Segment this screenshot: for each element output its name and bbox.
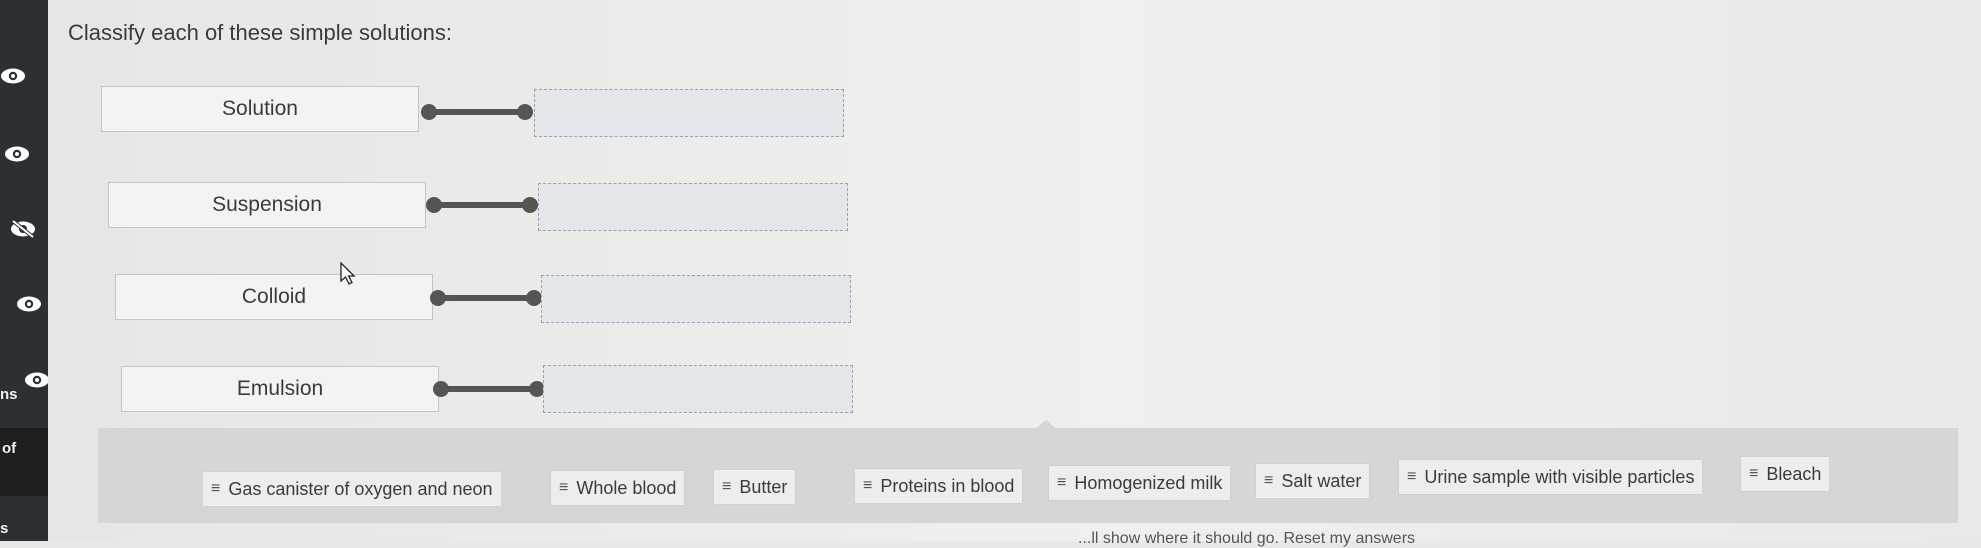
grip-lines-icon: ≡ (1264, 472, 1274, 489)
connector-line (438, 295, 534, 301)
answer-chip[interactable]: ≡ Bleach (1740, 456, 1831, 492)
term-suspension[interactable]: Suspension (108, 182, 426, 228)
answer-chip-label: Butter (739, 476, 788, 497)
answer-chip-label: Bleach (1766, 463, 1822, 484)
connector-solution[interactable] (421, 104, 533, 120)
term-emulsion[interactable]: Emulsion (121, 366, 439, 412)
sidebar-label[interactable]: s (0, 520, 8, 537)
sidebar-active-band (0, 428, 48, 496)
answer-chip[interactable]: ≡ Butter (713, 469, 797, 505)
answer-chip-label: Urine sample with visible particles (1424, 466, 1695, 487)
eye-icon[interactable] (0, 66, 28, 86)
connector-end-dot[interactable] (526, 290, 542, 306)
mouse-cursor-icon (340, 261, 358, 291)
connector-start-dot (430, 290, 446, 306)
question-title: Classify each of these simple solutions: (68, 20, 452, 45)
grip-lines-icon: ≡ (722, 478, 732, 495)
answer-chip-label: Salt water (1281, 470, 1362, 491)
grip-lines-icon: ≡ (211, 480, 221, 497)
connector-start-dot (426, 197, 442, 213)
connector-suspension[interactable] (426, 197, 538, 213)
grip-lines-icon: ≡ (559, 479, 569, 496)
connector-colloid[interactable] (430, 290, 542, 306)
answer-chip[interactable]: ≡ Whole blood (550, 470, 686, 506)
answer-chip-label: Gas canister of oxygen and neon (228, 478, 493, 499)
reset-answers-link[interactable]: ...ll show where it should go. Reset my … (1078, 530, 1415, 548)
connector-line (434, 202, 530, 208)
sidebar: ns of s (0, 0, 49, 541)
term-solution[interactable]: Solution (101, 86, 419, 132)
grip-lines-icon: ≡ (1749, 465, 1759, 482)
dropzone-solution[interactable] (534, 89, 844, 137)
answer-chip[interactable]: ≡ Proteins in blood (854, 468, 1024, 504)
eye-icon[interactable] (2, 144, 32, 164)
question-panel: Classify each of these simple solutions:… (48, 0, 1981, 547)
dropzone-colloid[interactable] (541, 275, 851, 323)
grip-lines-icon: ≡ (1057, 474, 1067, 491)
grip-lines-icon: ≡ (863, 477, 873, 494)
connector-line (429, 109, 525, 115)
connector-end-dot[interactable] (522, 197, 538, 213)
eye-slash-icon[interactable] (8, 219, 38, 239)
answer-chip[interactable]: ≡ Gas canister of oxygen and neon (202, 471, 502, 507)
grip-lines-icon: ≡ (1407, 468, 1417, 485)
dropzone-emulsion[interactable] (543, 365, 853, 413)
answer-chip-label: Whole blood (576, 477, 677, 498)
sidebar-label[interactable]: of (2, 440, 16, 457)
connector-emulsion[interactable] (433, 381, 545, 397)
sidebar-label[interactable]: ns (0, 386, 18, 403)
answer-chip[interactable]: ≡ Salt water (1255, 463, 1371, 499)
eye-icon[interactable] (14, 294, 44, 314)
term-colloid[interactable]: Colloid (115, 274, 433, 320)
connector-line (441, 386, 537, 392)
connector-start-dot (433, 381, 449, 397)
dropzone-suspension[interactable] (538, 183, 848, 231)
connector-start-dot (421, 104, 437, 120)
answer-chip-label: Proteins in blood (880, 475, 1015, 496)
answer-chip[interactable]: ≡ Urine sample with visible particles (1398, 459, 1704, 495)
connector-end-dot[interactable] (517, 104, 533, 120)
answer-chip[interactable]: ≡ Homogenized milk (1048, 465, 1232, 501)
answer-chip-label: Homogenized milk (1074, 472, 1223, 493)
